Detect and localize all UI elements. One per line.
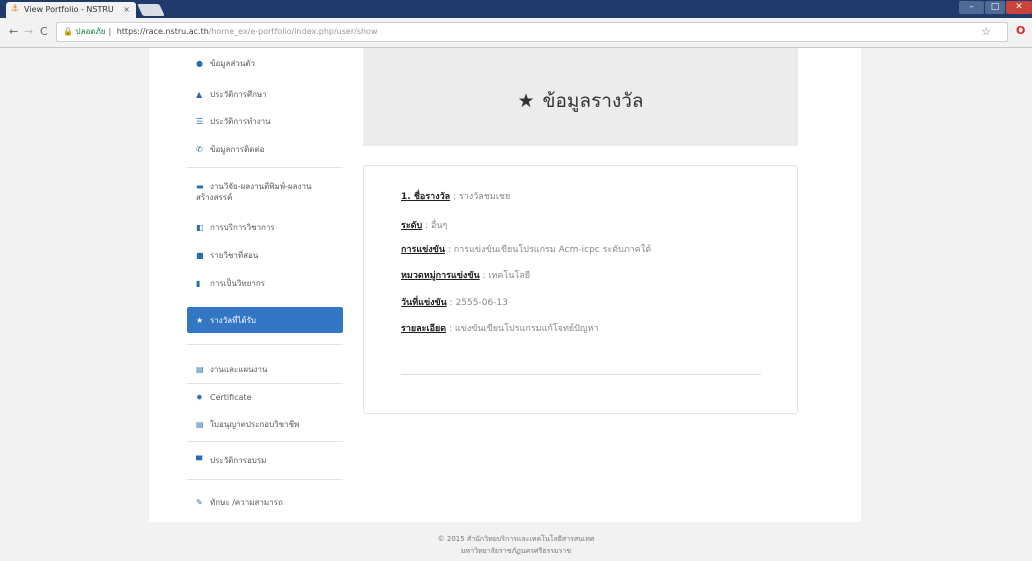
footer-copyright: © 2015 สำนักวิทยบริการและเทคโนโลยีสารสนเ… — [437, 535, 595, 543]
date-row: วันที่แข่งขัน : 2555-06-13 — [401, 298, 508, 308]
detail-label: รายละเอียด — [401, 324, 447, 334]
award-divider — [401, 374, 761, 375]
sidebar-item-label: ข้อมูลส่วนตัว — [210, 59, 255, 68]
graduation-cap-icon: ▲ — [196, 90, 203, 99]
footer-university: มหาวิทยาลัยราชภัฏนครศรีธรรมราช — [460, 547, 572, 555]
sidebar-item-label: ทักษะ /ความสามารถ — [210, 498, 283, 507]
browser-tab[interactable]: ⚓ View Portfolio - NSTRU × — [6, 2, 136, 18]
certificate-icon: ✹ — [196, 393, 203, 402]
award-name-row: 1. ชื่อรางวัล : รางวัลชมเชย — [401, 192, 511, 202]
page-title: ★ ข้อมูลรางวัล — [363, 86, 798, 116]
page-header: ★ ข้อมูลรางวัล — [363, 48, 798, 146]
sidebar-item-personal-info[interactable]: ● ข้อมูลส่วนตัว — [187, 58, 343, 69]
award-name-value: รางวัลชมเชย — [458, 192, 511, 202]
page-content: ● ข้อมูลส่วนตัว ▲ ประวัติการศึกษา ☰ ประวัติ… — [149, 48, 861, 522]
browser-toolbar: ← → C 🔒 ปลอดภัย | https://race.nstru.ac.t… — [0, 18, 1032, 48]
sidebar-item-label: การเป็นวิทยากร — [210, 279, 265, 288]
browser-title-bar: ⚓ View Portfolio - NSTRU × – □ ✕ — [0, 0, 1032, 18]
minimize-button[interactable]: – — [959, 1, 984, 14]
sidebar-item-label: ข้อมูลการติดต่อ — [210, 145, 265, 154]
sidebar-item-label: ประวัติการทำงาน — [210, 117, 271, 126]
sidebar-item-label: รางวัลที่ได้รับ — [210, 316, 256, 325]
award-level-label: ระดับ — [401, 221, 423, 231]
star-icon: ★ — [196, 316, 204, 325]
competition-row: การแข่งขัน : การแข่งขันเขียนโปรแกรม Acm-… — [401, 245, 652, 255]
user-icon: ● — [196, 59, 203, 68]
phone-icon: ✆ — [196, 145, 203, 154]
new-tab-button[interactable] — [137, 4, 165, 16]
sidebar-item-work-history[interactable]: ☰ ประวัติการทำงาน — [187, 116, 343, 127]
detail-row: รายละเอียด : แข่งขันเขียนโปรแกรมแก้โจทย์… — [401, 324, 599, 334]
sidebar-item-certificate[interactable]: ✹ Certificate — [187, 392, 343, 403]
forward-icon[interactable]: → — [24, 25, 33, 38]
close-window-button[interactable]: ✕ — [1006, 1, 1032, 14]
sidebar-item-academic-service[interactable]: ◧ การบริการวิชาการ — [187, 222, 343, 233]
reload-icon[interactable]: C — [40, 25, 48, 38]
list-icon: ☰ — [196, 117, 204, 126]
category-label: หมวดหมู่การแข่งขัน — [401, 271, 480, 281]
sidebar-item-label: ประวัติการอบรม — [210, 456, 267, 465]
book-icon: ■ — [196, 251, 204, 260]
sidebar-item-label: การบริการวิชาการ — [210, 223, 275, 232]
secure-label: ปลอดภัย — [75, 27, 106, 36]
url-host: https://race.nstru.ac.th — [116, 27, 209, 36]
date-label: วันที่แข่งขัน — [401, 298, 447, 308]
back-icon[interactable]: ← — [9, 25, 18, 38]
sidebar-divider — [187, 479, 343, 480]
sidebar-item-label: งานและแผนงาน — [210, 365, 268, 374]
calendar-icon: ▤ — [196, 365, 204, 374]
sidebar-item-skills[interactable]: ✎ ทักษะ /ความสามารถ — [187, 497, 343, 508]
id-card-icon: ▤ — [196, 420, 204, 429]
address-bar[interactable]: 🔒 ปลอดภัย | https://race.nstru.ac.th/home… — [56, 22, 1008, 42]
sidebar-item-speaker[interactable]: ▮ การเป็นวิทยากร — [187, 278, 343, 289]
sidebar-divider — [187, 167, 343, 168]
competition-label: การแข่งขัน — [401, 245, 445, 255]
sidebar-item-label: รายวิชาที่สอน — [210, 251, 259, 260]
sidebar-item-training[interactable]: ▀ ประวัติการอบรม — [187, 455, 343, 466]
competition-value: การแข่งขันเขียนโปรแกรม Acm-icpc ระดับภาค… — [453, 245, 652, 255]
presentation-icon: ◧ — [196, 223, 204, 232]
star-icon: ★ — [517, 90, 535, 112]
opera-icon[interactable]: O — [1016, 24, 1025, 37]
maximize-button[interactable]: □ — [985, 1, 1005, 14]
sidebar-item-license[interactable]: ▤ ใบอนุญาตประกอบวิชาชีพ — [187, 419, 343, 430]
folder-icon: ▬ — [196, 182, 204, 191]
url-path: /home_ex/e-portfolio/index.php/user/show — [208, 27, 378, 36]
sidebar-item-work-plans[interactable]: ▤ งานและแผนงาน — [187, 364, 343, 375]
award-name-label: 1. ชื่อรางวัล — [401, 192, 451, 202]
sidebar-item-research[interactable]: ▬ งานวิจัย-ผลงานตีพิมพ์-ผลงานสร้างสรรค์ — [187, 181, 337, 203]
sidebar-item-label: งานวิจัย-ผลงานตีพิมพ์-ผลงานสร้างสรรค์ — [196, 182, 312, 202]
anchor-icon: ⚓ — [11, 4, 20, 14]
bookmark-icon: ▮ — [196, 279, 201, 288]
award-level-row: ระดับ : อื่นๆ — [401, 221, 448, 231]
bookmark-star-icon[interactable]: ☆ — [981, 23, 991, 41]
sidebar-divider — [187, 344, 343, 345]
award-level-value: อื่นๆ — [431, 221, 448, 231]
sidebar-divider — [187, 441, 343, 442]
category-value: เทคโนโลยี — [488, 271, 531, 281]
date-value: 2555-06-13 — [455, 298, 508, 308]
lock-icon: 🔒 — [63, 27, 73, 36]
sidebar-divider — [187, 383, 343, 384]
sidebar-item-awards[interactable]: ★ รางวัลที่ได้รับ — [187, 307, 343, 333]
sidebar-item-contact[interactable]: ✆ ข้อมูลการติดต่อ — [187, 144, 343, 155]
category-row: หมวดหมู่การแข่งขัน : เทคโนโลยี — [401, 271, 531, 281]
sidebar-item-courses[interactable]: ■ รายวิชาที่สอน — [187, 250, 343, 261]
tab-close-icon[interactable]: × — [123, 5, 130, 14]
url-text[interactable]: https://race.nstru.ac.th/home_ex/e-portf… — [117, 27, 378, 36]
sidebar-item-label: ใบอนุญาตประกอบวิชาชีพ — [210, 420, 300, 429]
detail-value: แข่งขันเขียนโปรแกรมแก้โจทย์ปัญหา — [454, 324, 599, 334]
tab-title: View Portfolio - NSTRU — [24, 5, 114, 14]
sidebar-item-education[interactable]: ▲ ประวัติการศึกษา — [187, 89, 343, 100]
award-card: 1. ชื่อรางวัล : รางวัลชมเชย ระดับ : อื่น… — [363, 165, 798, 414]
training-icon: ▀ — [196, 456, 203, 465]
footer: © 2015 สำนักวิทยบริการและเทคโนโลยีสารสนเ… — [0, 522, 1032, 561]
sidebar-item-label: Certificate — [210, 393, 252, 402]
pencil-icon: ✎ — [196, 498, 203, 507]
sidebar-item-label: ประวัติการศึกษา — [210, 90, 267, 99]
page-title-text: ข้อมูลรางวัล — [542, 90, 644, 112]
